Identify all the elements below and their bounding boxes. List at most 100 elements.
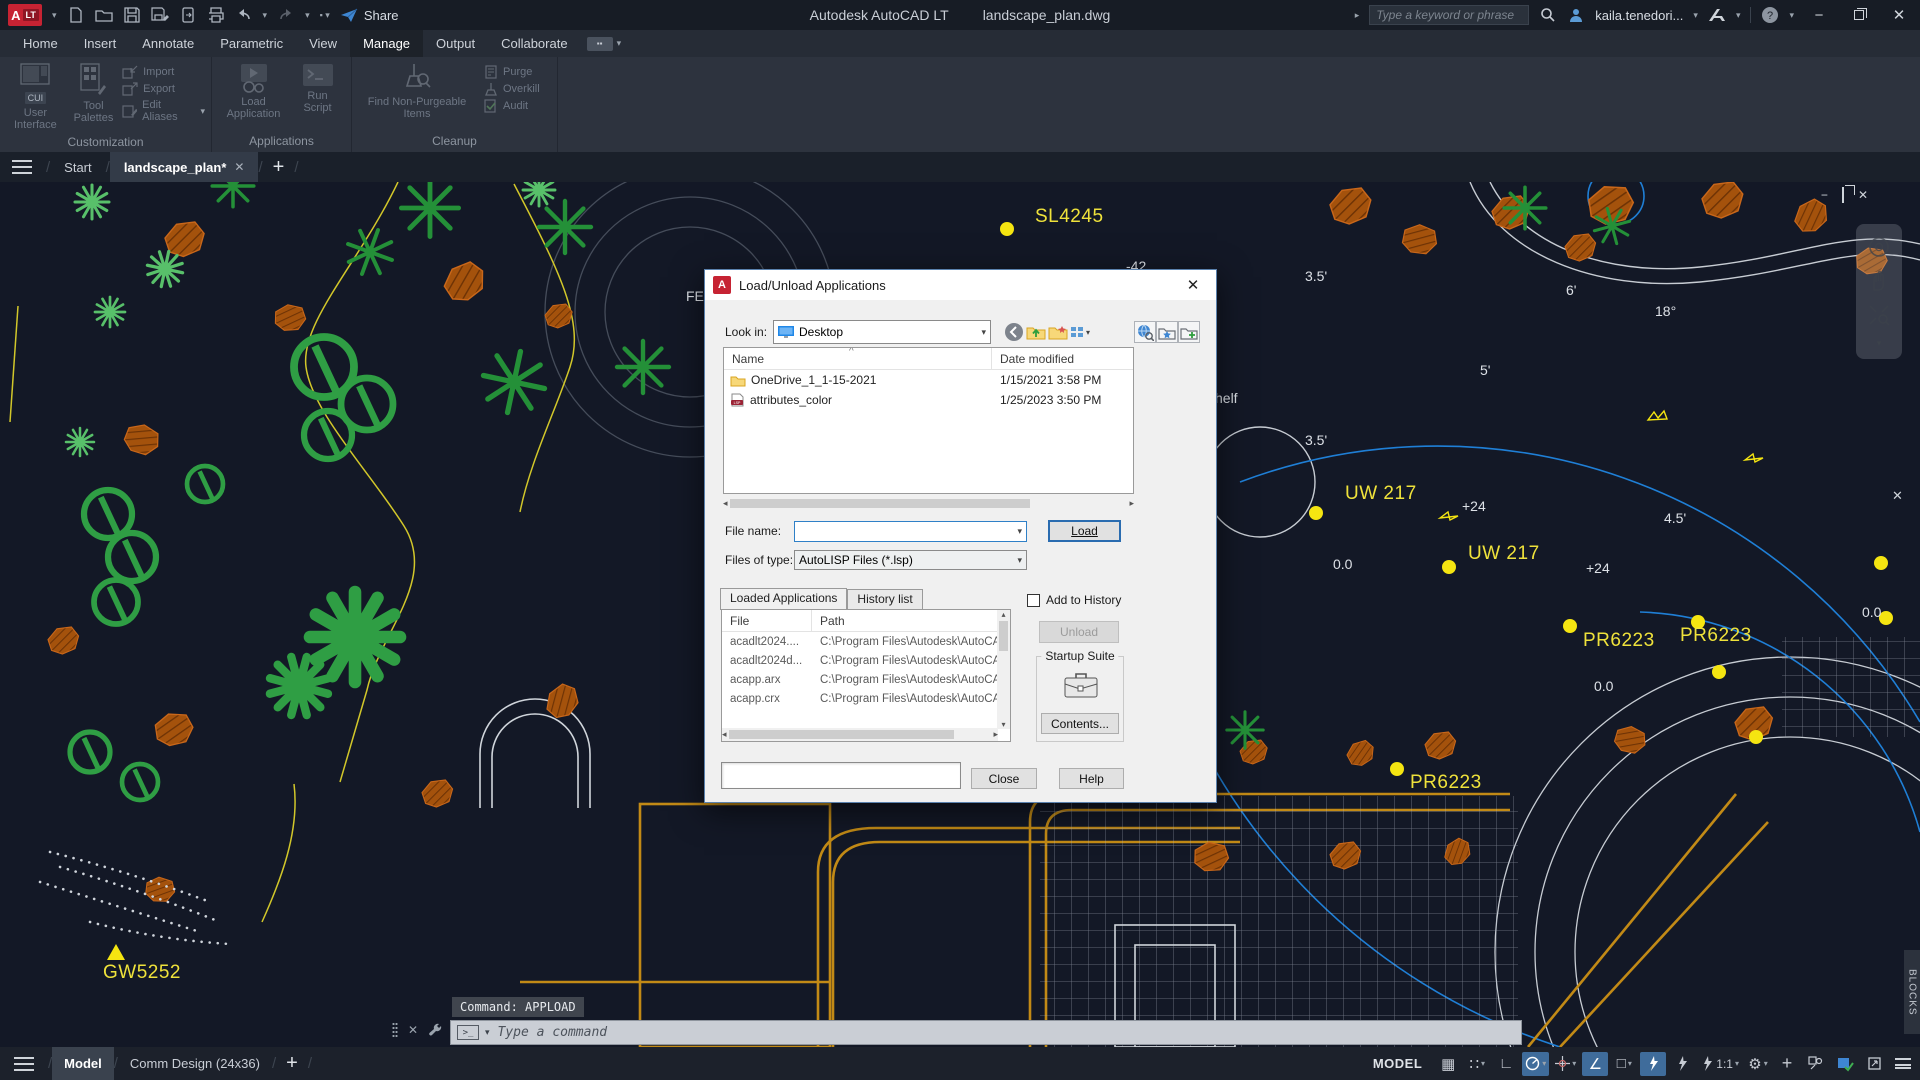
file-tabs-menu-icon[interactable] [12,160,32,174]
close-dialog-button[interactable]: Close [971,768,1037,789]
restore-button[interactable] [1844,0,1874,30]
snap-mode-toggle[interactable]: ∷ ▾ [1464,1052,1490,1076]
palette-close-icon[interactable]: ✕ [1892,488,1903,504]
panel-label-applications[interactable]: Applications [212,130,351,152]
command-close-icon[interactable]: ✕ [408,1023,418,1037]
object-snap-tracking-toggle[interactable]: ∠ [1582,1051,1609,1076]
annotation-monitor-button[interactable]: + [1774,1052,1800,1076]
layout-tab[interactable]: Comm Design (24x36) [118,1047,272,1080]
user-avatar-icon[interactable] [1567,6,1585,24]
tab-annotate[interactable]: Annotate [129,30,207,57]
redo-icon[interactable] [277,6,295,24]
annotation-visibility-toggle[interactable] [1640,1051,1667,1076]
object-snap-toggle[interactable]: □ ▾ [1611,1052,1637,1076]
isolate-objects-button[interactable] [1803,1052,1829,1076]
model-space-badge[interactable]: MODEL [1363,1056,1432,1071]
grid-display-toggle[interactable]: ▦ [1435,1052,1461,1076]
import-button[interactable]: Import [122,65,205,79]
find-non-purgeable-button[interactable]: Find Non-Purgeable Items [358,61,476,120]
annotation-autoscale-toggle[interactable] [1669,1052,1695,1076]
tab-view[interactable]: View [296,30,350,57]
scroll-right-icon[interactable]: ▸ [1129,498,1134,509]
table-vscrollbar[interactable]: ▴ ▾ [997,610,1010,729]
scroll-left-icon[interactable]: ◂ [722,729,727,740]
column-header-name[interactable]: Name [724,348,992,369]
navigation-bar[interactable]: ▾ [1856,224,1902,359]
add-to-history-checkbox[interactable] [1027,593,1040,607]
workspace-switching-button[interactable]: ⚙ ▾ [1745,1052,1771,1076]
file-browser-list[interactable]: ^ Name Date modified OneDrive_1_1-15-202… [723,347,1134,494]
command-prompt-icon[interactable]: >_ [457,1025,479,1040]
views-menu-button[interactable]: ▾ [1069,321,1091,343]
file-list-hscrollbar[interactable]: ◂ ▸ [723,497,1134,510]
blocks-palette-tab[interactable]: BLOCKS [1904,950,1920,1034]
close-doc-icon[interactable]: ✕ [234,160,244,174]
pan-hand-icon[interactable] [1868,270,1890,292]
close-button[interactable]: ✕ [1884,0,1914,30]
navigation-wheel-icon[interactable] [1868,236,1890,258]
polar-tracking-toggle[interactable]: ▾ [1522,1051,1550,1076]
contents-button[interactable]: Contents... [1041,713,1119,734]
favorites-folder-button[interactable] [1156,321,1178,343]
scroll-thumb[interactable] [728,730,954,739]
search-icon[interactable] [1539,6,1557,24]
panel-label-cleanup[interactable]: Cleanup [352,130,557,152]
save-icon[interactable] [123,6,141,24]
load-button[interactable]: Load [1048,520,1121,542]
table-row[interactable]: acapp.arx C:\Program Files\Autodesk\Auto… [722,670,1010,689]
command-recent-caret-icon[interactable]: ▾ [485,1027,490,1038]
autocad-logo[interactable]: A LT [8,4,42,26]
tab-history-list[interactable]: History list [847,589,923,609]
share-button[interactable]: Share [340,8,399,23]
file-name-input[interactable] [799,523,989,539]
customization-menu-button[interactable] [1890,1052,1916,1076]
dialog-close-icon[interactable]: ✕ [1178,274,1208,296]
column-header-path[interactable]: Path [812,610,845,631]
file-row[interactable]: OneDrive_1_1-15-2021 1/15/2021 3:58 PM [724,370,1133,390]
command-customize-wrench-icon[interactable] [428,1023,443,1038]
drawing-close-icon[interactable]: ✕ [1858,188,1868,202]
undo-caret-icon[interactable]: ▾ [263,10,268,21]
app-menu-caret-icon[interactable]: ▾ [52,10,57,21]
minimize-button[interactable]: − [1804,0,1834,30]
layout-menu-icon[interactable] [14,1056,34,1071]
up-one-level-button[interactable] [1025,321,1047,343]
ortho-mode-toggle[interactable]: ∟ [1493,1052,1519,1076]
column-header-date[interactable]: Date modified [992,352,1074,366]
user-interface-button[interactable]: CUI User Interface [6,61,65,131]
table-row[interactable]: acapp.crx C:\Program Files\Autodesk\Auto… [722,689,1010,708]
run-script-button[interactable]: Run Script [295,61,341,114]
annotation-scale-button[interactable]: 1:1 ▾ [1698,1052,1742,1076]
loaded-applications-table[interactable]: File Path acadlt2024.... C:\Program File… [721,609,1011,742]
drawing-minimize-icon[interactable]: − [1821,188,1828,202]
back-button[interactable] [1003,321,1025,343]
audit-button[interactable]: Audit [484,99,540,113]
panel-label-customization[interactable]: Customization [0,131,211,152]
graphics-performance-button[interactable] [1832,1052,1858,1076]
file-name-combobox[interactable]: ▾ [794,520,1027,542]
tab-insert[interactable]: Insert [71,30,130,57]
scroll-down-icon[interactable]: ▾ [1001,720,1005,729]
tab-loaded-applications[interactable]: Loaded Applications [720,588,848,610]
edit-aliases-button[interactable]: Edit Aliases ▾ [122,99,205,123]
user-name[interactable]: kaila.tenedori... [1595,8,1683,23]
new-drawing-button[interactable]: + [263,156,295,179]
command-grip-handle[interactable] [392,1022,398,1038]
help-button[interactable]: Help [1059,768,1124,789]
purge-button[interactable]: Purge [484,65,540,79]
tab-start[interactable]: Start [50,152,105,182]
print-icon[interactable] [207,6,225,24]
unload-button[interactable]: Unload [1039,621,1119,643]
plot-icon[interactable] [179,6,197,24]
navbar-more-icon[interactable]: ▾ [1877,338,1882,349]
scroll-thumb[interactable] [999,621,1008,651]
scroll-left-icon[interactable]: ◂ [723,498,728,509]
qat-customize-icon[interactable]: ▪ ▾ [320,10,330,21]
briefcase-icon[interactable] [1064,671,1098,699]
drawing-restore-icon[interactable] [1841,187,1844,203]
scroll-up-icon[interactable]: ▴ [1001,610,1005,619]
files-of-type-combobox[interactable]: AutoLISP Files (*.lsp) ▾ [794,550,1027,570]
save-as-icon[interactable] [150,6,169,24]
user-menu-caret-icon[interactable]: ▾ [1693,10,1698,21]
scroll-thumb[interactable] [729,499,1030,508]
